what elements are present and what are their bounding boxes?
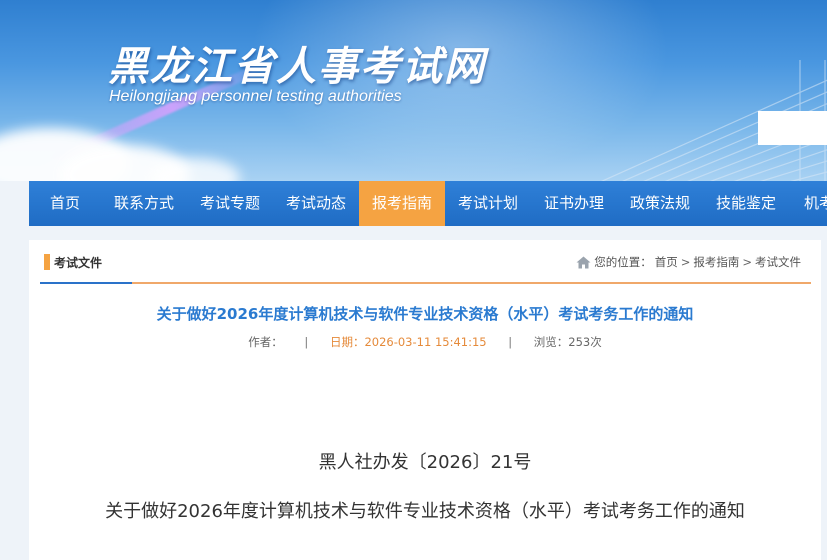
meta-author: 作者： — [248, 335, 283, 349]
nav-item-certificates[interactable]: 证书办理 — [531, 181, 617, 226]
nav-item-home[interactable]: 首页 — [29, 181, 101, 226]
meta-divider: | — [508, 335, 513, 349]
header-banner: 黑龙江省人事考试网 Heilongjiang personnel testing… — [0, 0, 827, 181]
breadcrumb-home[interactable]: 首页 — [655, 254, 678, 270]
main-nav: 首页 联系方式 考试专题 考试动态 报考指南 考试计划 证书办理 政策法规 技能… — [29, 181, 827, 226]
meta-date: 日期：2026-03-11 15:41:15 — [329, 335, 487, 349]
section-tab-label: 考试文件 — [54, 255, 103, 270]
meta-divider: | — [304, 335, 309, 349]
breadcrumb-exam-guide[interactable]: 报考指南 — [693, 254, 739, 270]
document-title: 关于做好2026年度计算机技术与软件专业技术资格（水平）考试考务工作的通知 — [105, 501, 745, 522]
breadcrumb-exam-files[interactable]: 考试文件 — [755, 254, 801, 270]
nav-item-computer-exam[interactable]: 机考 — [789, 181, 827, 226]
tab-underline — [40, 282, 132, 284]
site-subtitle: Heilongjiang personnel testing authoriti… — [109, 88, 402, 105]
breadcrumb-separator: > — [680, 255, 691, 269]
section-tab[interactable]: 考试文件 — [44, 254, 102, 270]
breadcrumb: 您的位置： 首页 > 报考指南 > 考试文件 — [576, 254, 801, 270]
breadcrumb-separator: > — [742, 255, 752, 269]
section-header: 考试文件 您的位置： 首页 > 报考指南 > 考试文件 — [40, 240, 811, 284]
article-title: 关于做好2026年度计算机技术与软件专业技术资格（水平）考试考务工作的通知 — [156, 305, 694, 323]
meta-views: 浏览：253次 — [533, 335, 602, 349]
content-card: 考试文件 您的位置： 首页 > 报考指南 > 考试文件 关于做好2026年度计算… — [29, 240, 821, 560]
nav-item-contact[interactable]: 联系方式 — [101, 181, 187, 226]
nav-item-exam-news[interactable]: 考试动态 — [273, 181, 359, 226]
article-meta: 作者： | 日期：2026-03-11 15:41:15 | 浏览：253次 — [29, 334, 821, 350]
home-icon — [576, 256, 591, 268]
tab-marker — [44, 254, 50, 270]
nav-item-exam-topics[interactable]: 考试专题 — [187, 181, 273, 226]
nav-item-policies[interactable]: 政策法规 — [617, 181, 703, 226]
breadcrumb-prefix: 您的位置： — [594, 255, 652, 269]
nav-item-exam-guide[interactable]: 报考指南 — [359, 181, 445, 226]
search-input[interactable] — [758, 111, 827, 145]
nav-item-exam-plan[interactable]: 考试计划 — [445, 181, 531, 226]
site-title: 黑龙江省人事考试网 — [108, 44, 486, 90]
nav-item-skill-appraisal[interactable]: 技能鉴定 — [703, 181, 789, 226]
document-number: 黑人社办发〔2026〕21号 — [318, 452, 532, 473]
